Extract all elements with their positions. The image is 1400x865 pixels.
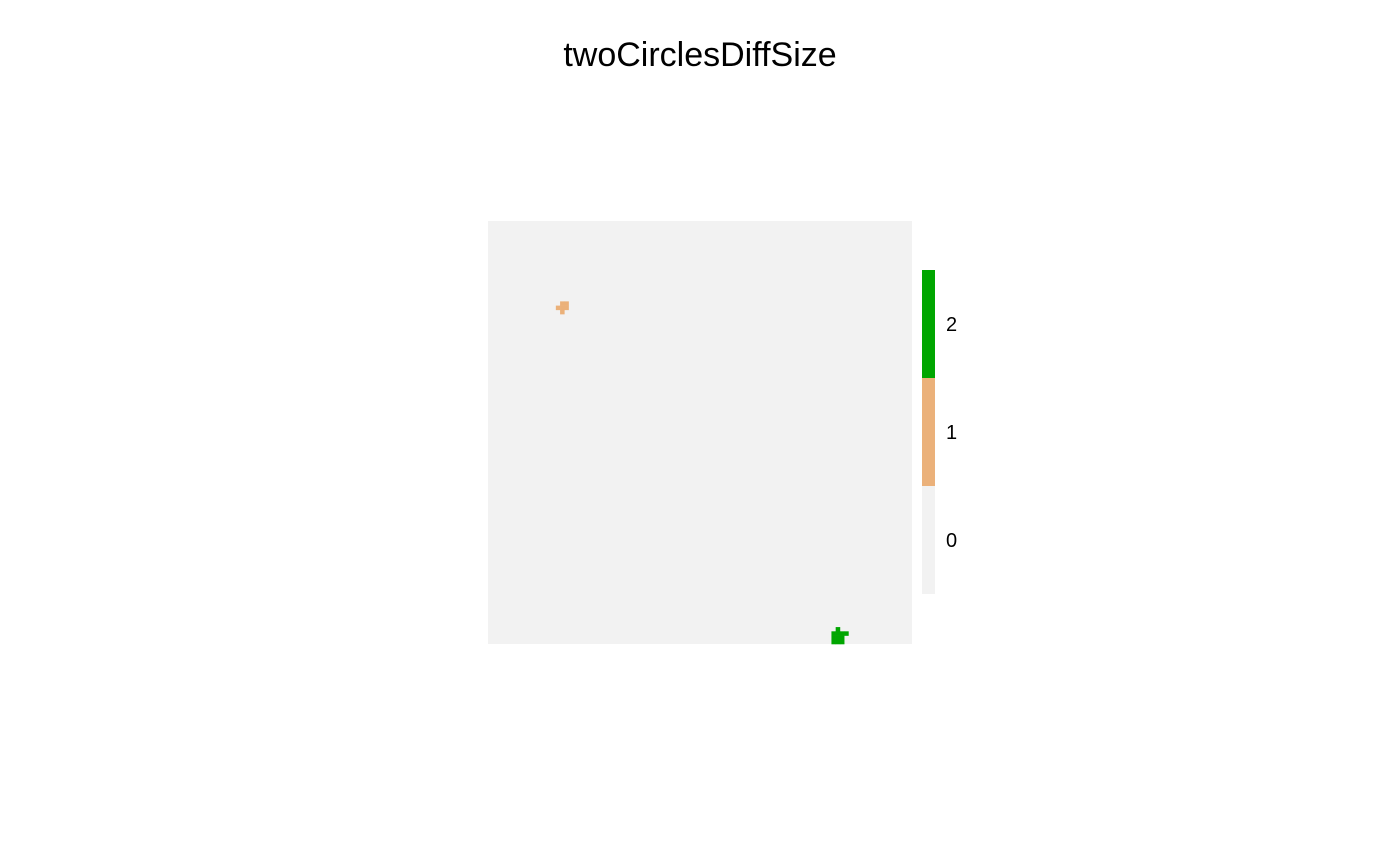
legend-swatch-2 (922, 270, 935, 378)
raster-cell (831, 639, 836, 645)
raster-cell (560, 301, 565, 306)
legend: 2 1 0 (922, 270, 957, 594)
raster-cell (560, 305, 565, 311)
legend-label-0: 0 (946, 530, 957, 552)
heatmap-plot: 2 1 0 (488, 221, 957, 645)
raster-cell (839, 639, 845, 645)
raster-cell (835, 631, 841, 636)
raster (488, 221, 912, 645)
legend-label-2: 2 (946, 314, 957, 336)
raster-cell (560, 309, 565, 315)
raster-cell (835, 639, 841, 645)
raster-cell (835, 627, 841, 632)
raster-cell (555, 305, 561, 311)
raster-cell (831, 635, 836, 641)
legend-label-1: 1 (946, 422, 957, 444)
raster-cell (844, 631, 849, 636)
raster-cell (835, 635, 841, 641)
raster-cell (564, 305, 569, 311)
legend-swatch-1 (922, 378, 935, 486)
raster-background (488, 221, 912, 644)
legend-swatch-0 (922, 486, 935, 594)
raster-cell (839, 635, 845, 641)
raster-cell (564, 301, 569, 306)
raster-cell (839, 631, 845, 636)
raster-cell (831, 631, 836, 636)
